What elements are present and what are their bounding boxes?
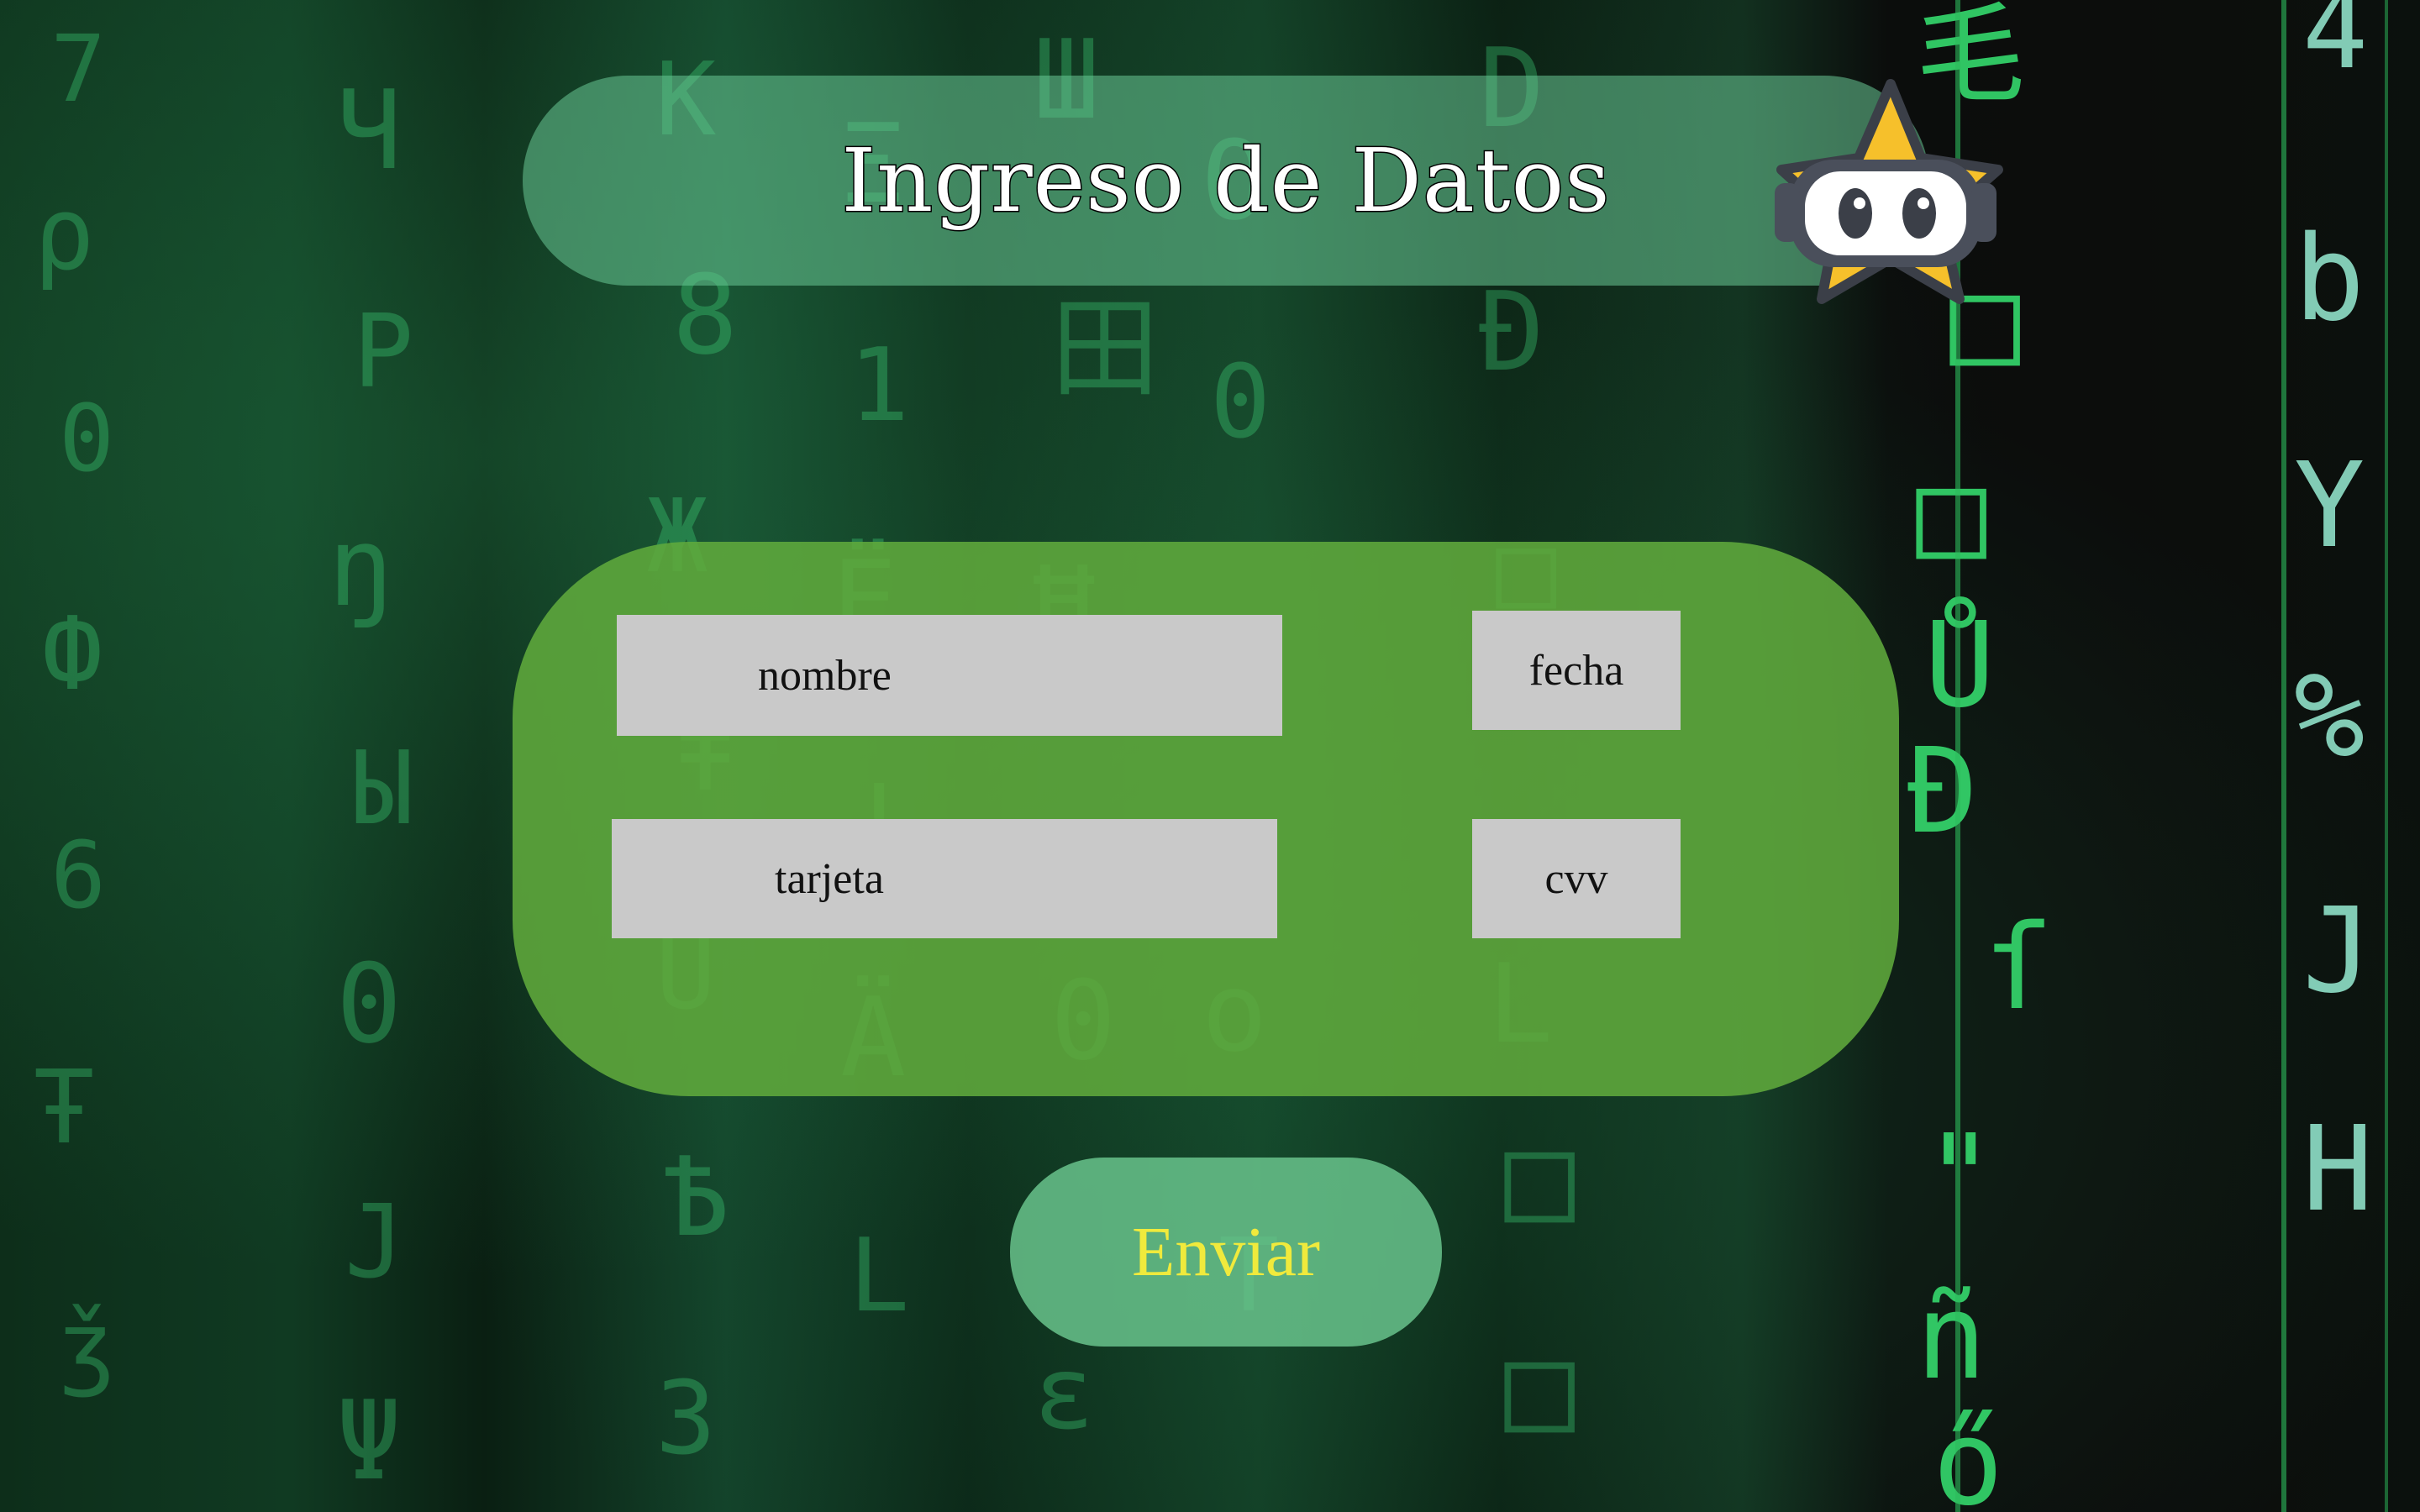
svg-text:ε: ε	[1034, 1336, 1094, 1452]
svg-text:ő: ő	[1933, 1395, 2003, 1512]
svg-text:3: 3	[655, 1361, 716, 1478]
svg-text:0: 0	[59, 385, 114, 492]
svg-text:P: P	[353, 294, 413, 411]
nombre-field-label: nombre	[758, 651, 892, 700]
svg-text:Ѣ: Ѣ	[664, 1133, 729, 1261]
page: 7 ρ 0 Ф 6 Ŧ ǯ Ч P ŋ Ы 0 J Ψ K 8 Ж ǂ U Ѣ …	[0, 0, 2420, 1512]
svg-text:□: □	[1916, 446, 1986, 583]
code-column-9: 4 b Y % J H	[2294, 0, 2373, 1238]
svg-text:%: %	[2294, 648, 2365, 785]
svg-text:0: 0	[336, 940, 402, 1068]
fecha-field[interactable]: fecha	[1472, 611, 1681, 730]
svg-text:1: 1	[849, 328, 909, 444]
svg-text:ñ: ñ	[1916, 1269, 1986, 1406]
enviar-button[interactable]: Enviar	[1010, 1158, 1442, 1347]
svg-text:Đ: Đ	[1907, 723, 1978, 860]
svg-text:□: □	[1504, 1110, 1575, 1247]
svg-text:Ψ: Ψ	[336, 1377, 402, 1504]
svg-text:Ŧ: Ŧ	[34, 1050, 94, 1167]
svg-text:4: 4	[2302, 0, 2368, 93]
svg-text:Ч: Ч	[336, 66, 402, 194]
svg-text:ŋ: ŋ	[328, 503, 393, 631]
tarjeta-field-label: tarjeta	[775, 854, 884, 903]
svg-text:H: H	[2302, 1101, 2373, 1238]
cvv-field-label: cvv	[1544, 854, 1608, 903]
svg-text:Y: Y	[2294, 438, 2365, 575]
svg-text:6: 6	[50, 822, 106, 929]
svg-text:L: L	[849, 1218, 909, 1335]
svg-text:ρ: ρ	[34, 176, 94, 293]
cvv-field[interactable]: cvv	[1472, 819, 1681, 938]
fecha-field-label: fecha	[1528, 646, 1624, 695]
svg-text:J: J	[2302, 883, 2373, 1020]
svg-text:ǯ: ǯ	[59, 1292, 114, 1399]
enviar-button-label: Enviar	[1132, 1213, 1320, 1291]
nombre-field[interactable]: nombre	[617, 615, 1282, 736]
svg-text:ſ: ſ	[1983, 900, 2054, 1037]
svg-text:Đ: Đ	[1479, 268, 1544, 396]
svg-text:田: 田	[1050, 285, 1160, 412]
svg-text:Ф: Ф	[42, 596, 103, 713]
page-title: Ingreso de Datos	[840, 129, 1611, 234]
star-robot-mascot-icon	[1775, 79, 2003, 304]
svg-text:J: J	[345, 1184, 405, 1301]
code-column-2: Ч P ŋ Ы 0 J Ψ	[328, 66, 413, 1504]
svg-text:Ы: Ы	[353, 731, 413, 848]
svg-text:b: b	[2294, 211, 2365, 348]
svg-text:□: □	[1504, 1320, 1575, 1457]
tarjeta-field[interactable]: tarjeta	[612, 819, 1277, 938]
svg-text:7: 7	[50, 15, 106, 123]
svg-text:0: 0	[1210, 344, 1270, 461]
code-column-1: 7 ρ 0 Ф 6 Ŧ ǯ	[34, 15, 114, 1399]
